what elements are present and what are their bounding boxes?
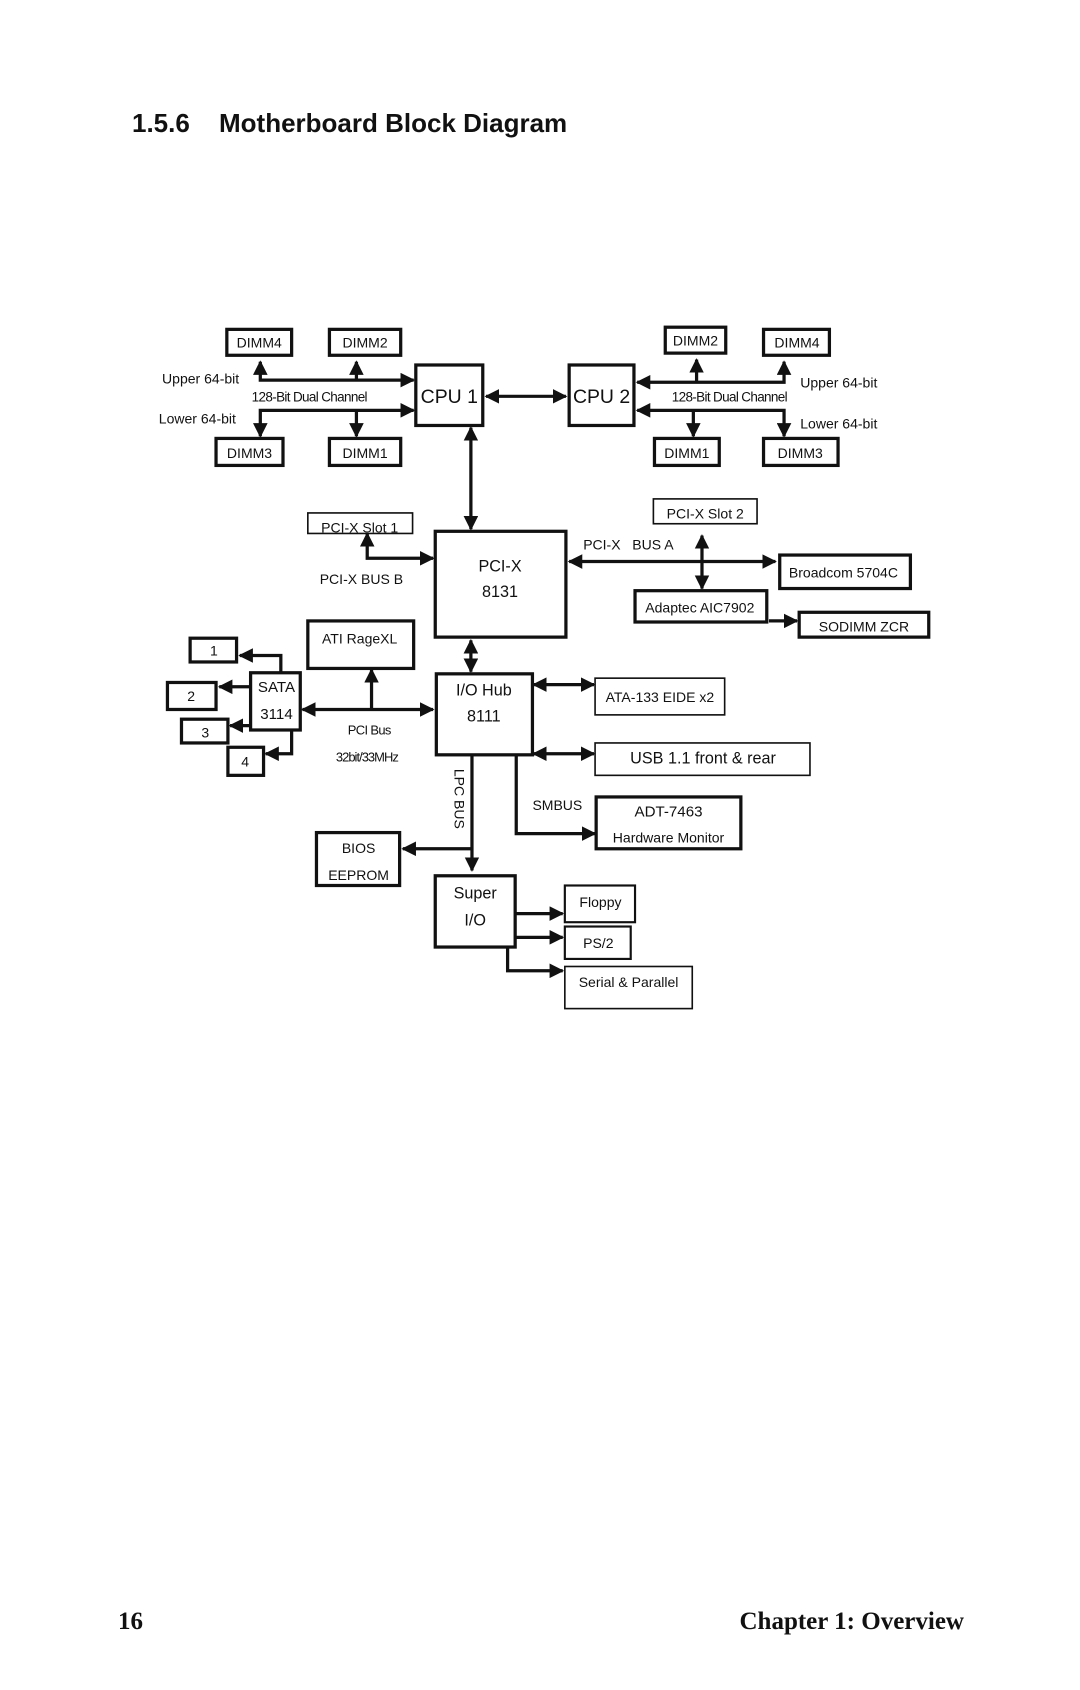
sata-port1-link <box>238 648 283 672</box>
cpu2-lower-bus <box>635 403 792 438</box>
cpu1-lower-bus <box>253 403 416 438</box>
sata-port4-link <box>264 729 294 762</box>
cpu2-upper-bus <box>635 360 792 390</box>
usb-label: USB 1.1 front & rear <box>630 749 776 767</box>
pcix-label-line2: 8131 <box>482 583 518 601</box>
broadcom-label: Broadcom 5704C <box>789 565 898 581</box>
sata-port3-label: 3 <box>201 725 209 741</box>
cpu1-label: CPU 1 <box>421 386 478 408</box>
bios-label-line2: EEPROM <box>328 867 389 883</box>
pci-bus-label: PCI Bus <box>348 722 391 737</box>
smbus-label: SMBUS <box>532 797 582 813</box>
bios-label-line1: BIOS <box>342 840 376 856</box>
ati-label: ATI RageXL <box>322 631 398 647</box>
adaptec-label: Adaptec AIC7902 <box>645 599 754 615</box>
serial-label: Serial & Parallel <box>579 974 679 990</box>
cpu1-dimm4-label: DIMM4 <box>237 335 282 351</box>
ps2-label: PS/2 <box>583 935 614 951</box>
iohub-label-line1: I/O Hub <box>456 681 512 699</box>
ata-label: ATA-133 EIDE x2 <box>606 689 715 705</box>
cpu1-dimm1-label: DIMM1 <box>342 445 387 461</box>
cpu2-dimm2-label: DIMM2 <box>673 333 718 349</box>
cpu1-channel-label: 128-Bit Dual Channel <box>252 390 368 405</box>
pcix-bus-b-label: PCI-X BUS B <box>320 571 403 587</box>
cpu2-dimm4-label: DIMM4 <box>774 335 819 351</box>
pcix-label-line1: PCI-X <box>478 557 521 575</box>
page-number: 16 <box>118 1608 143 1635</box>
lpc-bus-label: LPC BUS <box>452 769 468 829</box>
cpu1-upper-bus <box>253 360 416 388</box>
manual-page: 1.5.6 Motherboard Block Diagram DIMM4 DI… <box>0 0 1080 1690</box>
chapter-title: Chapter 1: Overview <box>739 1608 965 1635</box>
cpu2-dimm3-label: DIMM3 <box>778 445 823 461</box>
superio-serial-link <box>505 948 565 979</box>
cpu2-label: CPU 2 <box>573 386 630 408</box>
superio-label-line1: Super <box>454 884 498 902</box>
sata-port2-label: 2 <box>187 688 195 704</box>
sodimm-label: SODIMM ZCR <box>819 619 909 635</box>
pcix-slot1-label: PCI-X Slot 1 <box>321 519 398 535</box>
sata-port4-label: 4 <box>241 754 249 770</box>
pci-bus-speed-label: 32bit/33MHz <box>336 749 398 764</box>
cpu1-lower-label: Lower 64-bit <box>159 410 236 426</box>
sata-label-line2: 3114 <box>260 706 293 723</box>
sata-port1-label: 1 <box>210 642 218 658</box>
smbus-link <box>514 755 597 841</box>
cpu2-channel-label: 128-Bit Dual Channel <box>672 390 788 405</box>
cpu1-dimm3-label: DIMM3 <box>227 445 272 461</box>
floppy-label: Floppy <box>579 894 621 910</box>
superio-label-line2: I/O <box>464 911 486 929</box>
adt-label-line2: Hardware Monitor <box>613 829 725 845</box>
pcix-slot2-label: PCI-X Slot 2 <box>667 505 744 521</box>
pcix-bus-b <box>359 531 435 566</box>
cpu1-dimm2-label: DIMM2 <box>342 335 387 351</box>
cpu1-upper-label: Upper 64-bit <box>162 370 239 386</box>
cpu2-dimm1-label: DIMM1 <box>664 445 709 461</box>
block-diagram: DIMM4 DIMM2 DIMM3 DIMM1 CPU 1 CPU 2 DIMM… <box>159 325 931 1010</box>
cpu2-lower-label: Lower 64-bit <box>800 416 877 432</box>
sata-label-line1: SATA <box>258 679 296 696</box>
adt-label-line1: ADT-7463 <box>634 803 702 820</box>
iohub-label-line2: 8111 <box>467 707 501 725</box>
cpu2-upper-label: Upper 64-bit <box>800 375 877 391</box>
pcix-bus-a-label: PCI-X BUS A <box>583 537 674 553</box>
